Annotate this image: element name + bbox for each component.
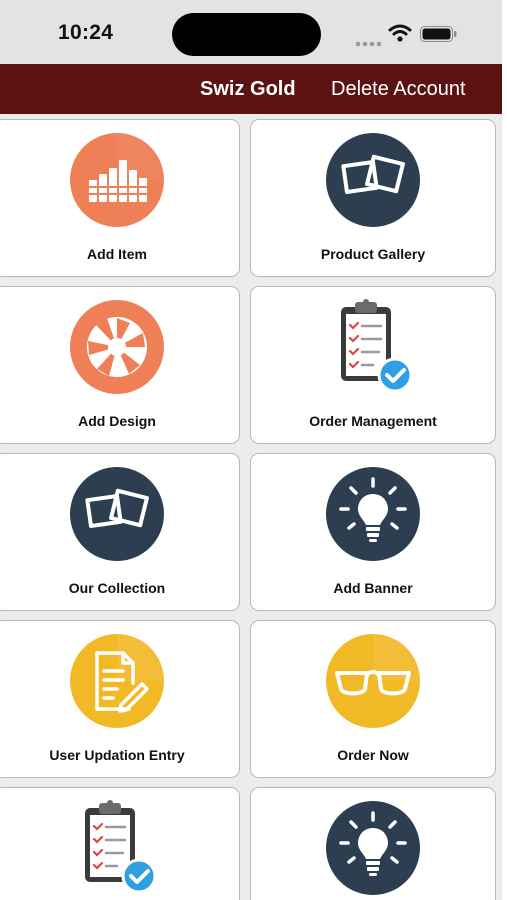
brand-title: Swiz Gold	[200, 78, 296, 100]
status-bar: 10:24	[0, 0, 502, 64]
order-management-card[interactable]: Order Management	[250, 286, 496, 444]
card-label: Add Banner	[333, 580, 413, 596]
menu-grid: Add Item Product Gallery Add Design Orde…	[0, 114, 502, 900]
user-updation-entry-card[interactable]: User Updation Entry	[0, 620, 240, 778]
card-label: Add Item	[87, 246, 147, 262]
battery-icon	[420, 26, 458, 47]
document-edit-icon	[0, 631, 239, 731]
add-banner-card[interactable]: Add Banner	[250, 453, 496, 611]
checklist-icon	[0, 798, 239, 898]
aperture-icon	[0, 297, 239, 397]
lightbulb-card[interactable]	[250, 787, 496, 900]
card-label: Product Gallery	[320, 246, 426, 262]
checklist-card[interactable]	[0, 787, 240, 900]
photos-icon	[0, 464, 239, 564]
status-time: 10:24	[58, 21, 114, 44]
card-label: Order Now	[337, 747, 409, 763]
card-label: User Updation Entry	[49, 747, 185, 763]
add-design-card[interactable]: Add Design	[0, 286, 240, 444]
equalizer-icon	[0, 130, 239, 230]
cellular-signal-icon	[355, 34, 382, 52]
dynamic-island	[172, 13, 321, 56]
product-gallery-card[interactable]: Product Gallery	[250, 119, 496, 277]
card-label: Order Management	[309, 413, 437, 429]
card-label: Our Collection	[68, 580, 166, 596]
lightbulb-icon	[251, 798, 495, 898]
lightbulb-icon	[251, 464, 495, 564]
card-label: Add Design	[78, 413, 156, 429]
photos-icon	[251, 130, 495, 230]
add-item-card[interactable]: Add Item	[0, 119, 240, 277]
delete-account-button[interactable]: Delete Account	[331, 78, 466, 101]
app-screen: 10:24 Swiz Gold Delete Account Add Item …	[0, 0, 502, 900]
our-collection-card[interactable]: Our Collection	[0, 453, 240, 611]
nav-bar: Swiz Gold Delete Account	[0, 64, 502, 114]
order-now-card[interactable]: Order Now	[250, 620, 496, 778]
checklist-icon	[251, 297, 495, 397]
screen-edge	[502, 0, 507, 900]
wifi-icon	[388, 24, 412, 47]
glasses-icon	[251, 631, 495, 731]
